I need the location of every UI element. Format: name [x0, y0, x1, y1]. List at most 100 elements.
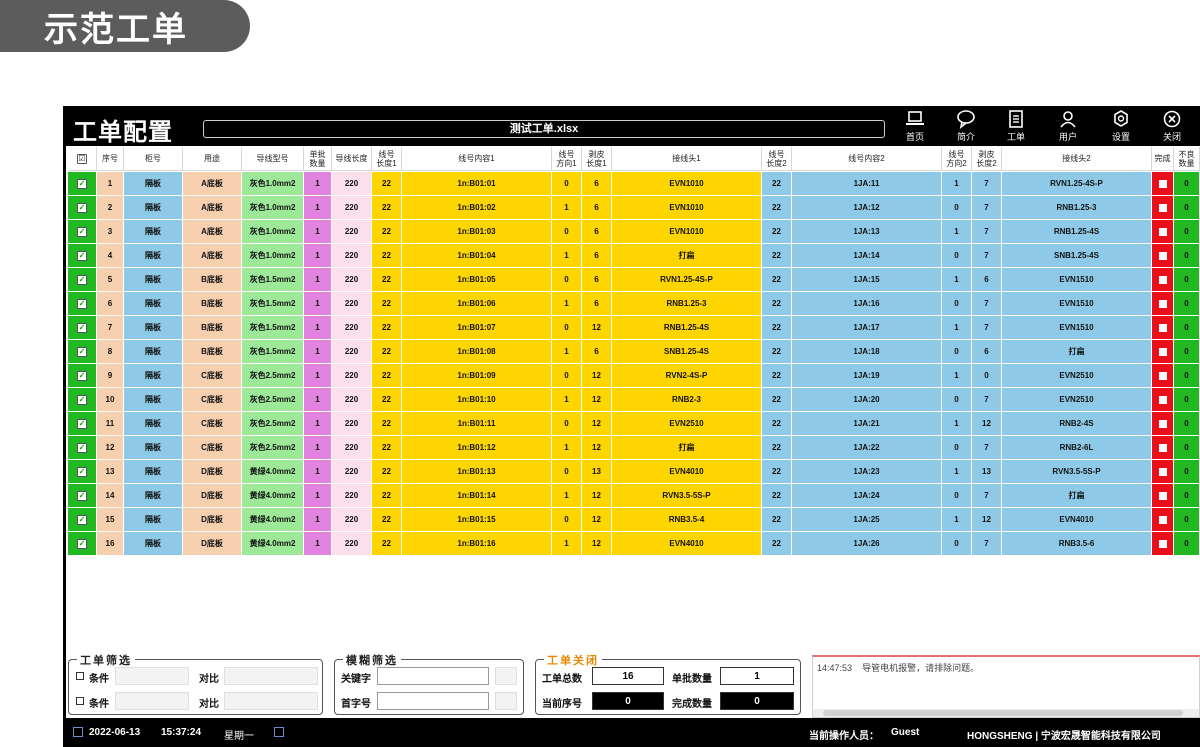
cell-done[interactable] [1152, 388, 1174, 411]
checkbox-checked-icon[interactable]: ✓ [77, 538, 87, 549]
checkbox-checked-icon[interactable]: ✓ [77, 250, 87, 261]
checkbox-checked-icon[interactable]: ✓ [77, 226, 87, 237]
checkbox-checked-icon[interactable]: ✓ [77, 322, 87, 333]
done-toggle-icon[interactable] [1158, 419, 1167, 428]
checkbox-checked-icon[interactable]: ✓ [77, 418, 87, 429]
done-toggle-icon[interactable] [1158, 251, 1167, 260]
done-toggle-icon[interactable] [1158, 491, 1167, 500]
table-row[interactable]: ✓ 4 隔板 A底板 灰色1.0mm2 1 220 22 1n:B01:04 1 6 打扁 22 1JA:… [66, 244, 1200, 267]
nav-home-button[interactable]: 首页 [895, 109, 935, 145]
row-checkbox[interactable]: ✓ [68, 508, 97, 531]
checkbox-checked-icon[interactable]: ✓ [77, 346, 87, 357]
filter-cmp-input-1[interactable] [224, 667, 318, 685]
table-row[interactable]: ✓ 15 隔板 D底板 黄绿4.0mm2 1 220 22 1n:B01:15 0 12 RNB3.5… [66, 508, 1200, 531]
row-checkbox[interactable]: ✓ [68, 460, 97, 483]
table-row[interactable]: ✓ 8 隔板 B底板 灰色1.5mm2 1 220 22 1n:B01:08 1 6 SNB1.25-… [66, 340, 1200, 363]
table-row[interactable]: ✓ 11 隔板 C底板 灰色2.5mm2 1 220 22 1n:B01:11 0 12 EVN251… [66, 412, 1200, 435]
checkbox-checked-icon[interactable]: ✓ [77, 370, 87, 381]
done-toggle-icon[interactable] [1158, 515, 1167, 524]
keyword-search-button[interactable] [495, 667, 517, 685]
cell-done[interactable] [1152, 532, 1174, 555]
row-checkbox[interactable]: ✓ [68, 220, 97, 243]
table-row[interactable]: ✓ 14 隔板 D底板 黄绿4.0mm2 1 220 22 1n:B01:14 1 12 RVN3.5… [66, 484, 1200, 507]
log-scrollbar[interactable] [813, 709, 1199, 717]
checkbox-checked-icon[interactable]: ✓ [77, 202, 87, 213]
done-toggle-icon[interactable] [1158, 395, 1167, 404]
nav-user-button[interactable]: 用户 [1048, 109, 1088, 145]
done-toggle-icon[interactable] [1158, 347, 1167, 356]
checkbox-checked-icon[interactable]: ✓ [77, 178, 87, 189]
row-checkbox[interactable]: ✓ [68, 292, 97, 315]
scrollbar-thumb[interactable] [823, 710, 1183, 716]
table-row[interactable]: ✓ 5 隔板 B底板 灰色1.5mm2 1 220 22 1n:B01:05 0 6 RVN1.25-… [66, 268, 1200, 291]
done-toggle-icon[interactable] [1158, 467, 1167, 476]
column-header[interactable]: ☑ [68, 147, 97, 171]
nav-workorder-button[interactable]: 工单 [996, 109, 1036, 145]
cell-done[interactable] [1152, 172, 1174, 195]
done-toggle-icon[interactable] [1158, 203, 1167, 212]
checkbox-checked-icon[interactable]: ✓ [77, 274, 87, 285]
filter-radio-2[interactable] [76, 697, 84, 705]
cell-done[interactable] [1152, 268, 1174, 291]
initial-search-button[interactable] [495, 692, 517, 710]
row-checkbox[interactable]: ✓ [68, 172, 97, 195]
cell-done[interactable] [1152, 244, 1174, 267]
checkbox-checked-icon[interactable]: ✓ [77, 298, 87, 309]
cell-done[interactable] [1152, 364, 1174, 387]
done-toggle-icon[interactable] [1158, 227, 1167, 236]
cell-done[interactable] [1152, 484, 1174, 507]
filter-cond-input-2[interactable] [115, 692, 189, 710]
done-toggle-icon[interactable] [1158, 179, 1167, 188]
row-checkbox[interactable]: ✓ [68, 364, 97, 387]
row-checkbox[interactable]: ✓ [68, 532, 97, 555]
table-row[interactable]: ✓ 12 隔板 C底板 灰色2.5mm2 1 220 22 1n:B01:12 1 12 打扁 22 1J… [66, 436, 1200, 459]
keyboard-icon[interactable] [274, 727, 284, 737]
row-checkbox[interactable]: ✓ [68, 268, 97, 291]
row-checkbox[interactable]: ✓ [68, 484, 97, 507]
cell-done[interactable] [1152, 460, 1174, 483]
nav-intro-button[interactable]: 简介 [946, 109, 986, 145]
checkbox-checked-icon[interactable]: ✓ [77, 466, 87, 477]
done-toggle-icon[interactable] [1158, 539, 1167, 548]
filter-cond-input-1[interactable] [115, 667, 189, 685]
initial-input[interactable] [377, 692, 489, 710]
row-checkbox[interactable]: ✓ [68, 244, 97, 267]
row-checkbox[interactable]: ✓ [68, 196, 97, 219]
checkbox-checked-icon[interactable]: ✓ [77, 394, 87, 405]
done-toggle-icon[interactable] [1158, 443, 1167, 452]
filename-field[interactable]: 测试工单.xlsx [203, 120, 885, 138]
cell-done[interactable] [1152, 292, 1174, 315]
table-row[interactable]: ✓ 9 隔板 C底板 灰色2.5mm2 1 220 22 1n:B01:09 0 12 RVN2-4S… [66, 364, 1200, 387]
keyword-input[interactable] [377, 667, 489, 685]
select-all-checkbox[interactable]: ☑ [77, 153, 87, 164]
filter-radio-1[interactable] [76, 672, 84, 680]
table-row[interactable]: ✓ 2 隔板 A底板 灰色1.0mm2 1 220 22 1n:B01:02 1 6 EVN1010 2… [66, 196, 1200, 219]
table-row[interactable]: ✓ 1 隔板 A底板 灰色1.0mm2 1 220 22 1n:B01:01 0 6 EVN1010 2… [66, 172, 1200, 195]
nav-close-button[interactable]: 关闭 [1152, 109, 1192, 145]
row-checkbox[interactable]: ✓ [68, 388, 97, 411]
done-toggle-icon[interactable] [1158, 299, 1167, 308]
table-row[interactable]: ✓ 3 隔板 A底板 灰色1.0mm2 1 220 22 1n:B01:03 0 6 EVN1010 2… [66, 220, 1200, 243]
table-row[interactable]: ✓ 10 隔板 C底板 灰色2.5mm2 1 220 22 1n:B01:10 1 12 RNB2-3… [66, 388, 1200, 411]
cell-done[interactable] [1152, 316, 1174, 339]
cell-done[interactable] [1152, 340, 1174, 363]
table-row[interactable]: ✓ 6 隔板 B底板 灰色1.5mm2 1 220 22 1n:B01:06 1 6 RNB1.25-… [66, 292, 1200, 315]
table-row[interactable]: ✓ 13 隔板 D底板 黄绿4.0mm2 1 220 22 1n:B01:13 0 13 EVN401… [66, 460, 1200, 483]
cell-done[interactable] [1152, 508, 1174, 531]
row-checkbox[interactable]: ✓ [68, 340, 97, 363]
filter-cmp-input-2[interactable] [224, 692, 318, 710]
done-toggle-icon[interactable] [1158, 371, 1167, 380]
table-row[interactable]: ✓ 16 隔板 D底板 黄绿4.0mm2 1 220 22 1n:B01:16 1 12 EVN401… [66, 532, 1200, 555]
checkbox-checked-icon[interactable]: ✓ [77, 442, 87, 453]
checkbox-checked-icon[interactable]: ✓ [77, 490, 87, 501]
cell-done[interactable] [1152, 196, 1174, 219]
done-toggle-icon[interactable] [1158, 275, 1167, 284]
cell-done[interactable] [1152, 412, 1174, 435]
row-checkbox[interactable]: ✓ [68, 436, 97, 459]
done-toggle-icon[interactable] [1158, 323, 1167, 332]
cell-done[interactable] [1152, 436, 1174, 459]
checkbox-checked-icon[interactable]: ✓ [77, 514, 87, 525]
table-row[interactable]: ✓ 7 隔板 B底板 灰色1.5mm2 1 220 22 1n:B01:07 0 12 RNB1.25… [66, 316, 1200, 339]
row-checkbox[interactable]: ✓ [68, 412, 97, 435]
nav-settings-button[interactable]: 设置 [1101, 109, 1141, 145]
